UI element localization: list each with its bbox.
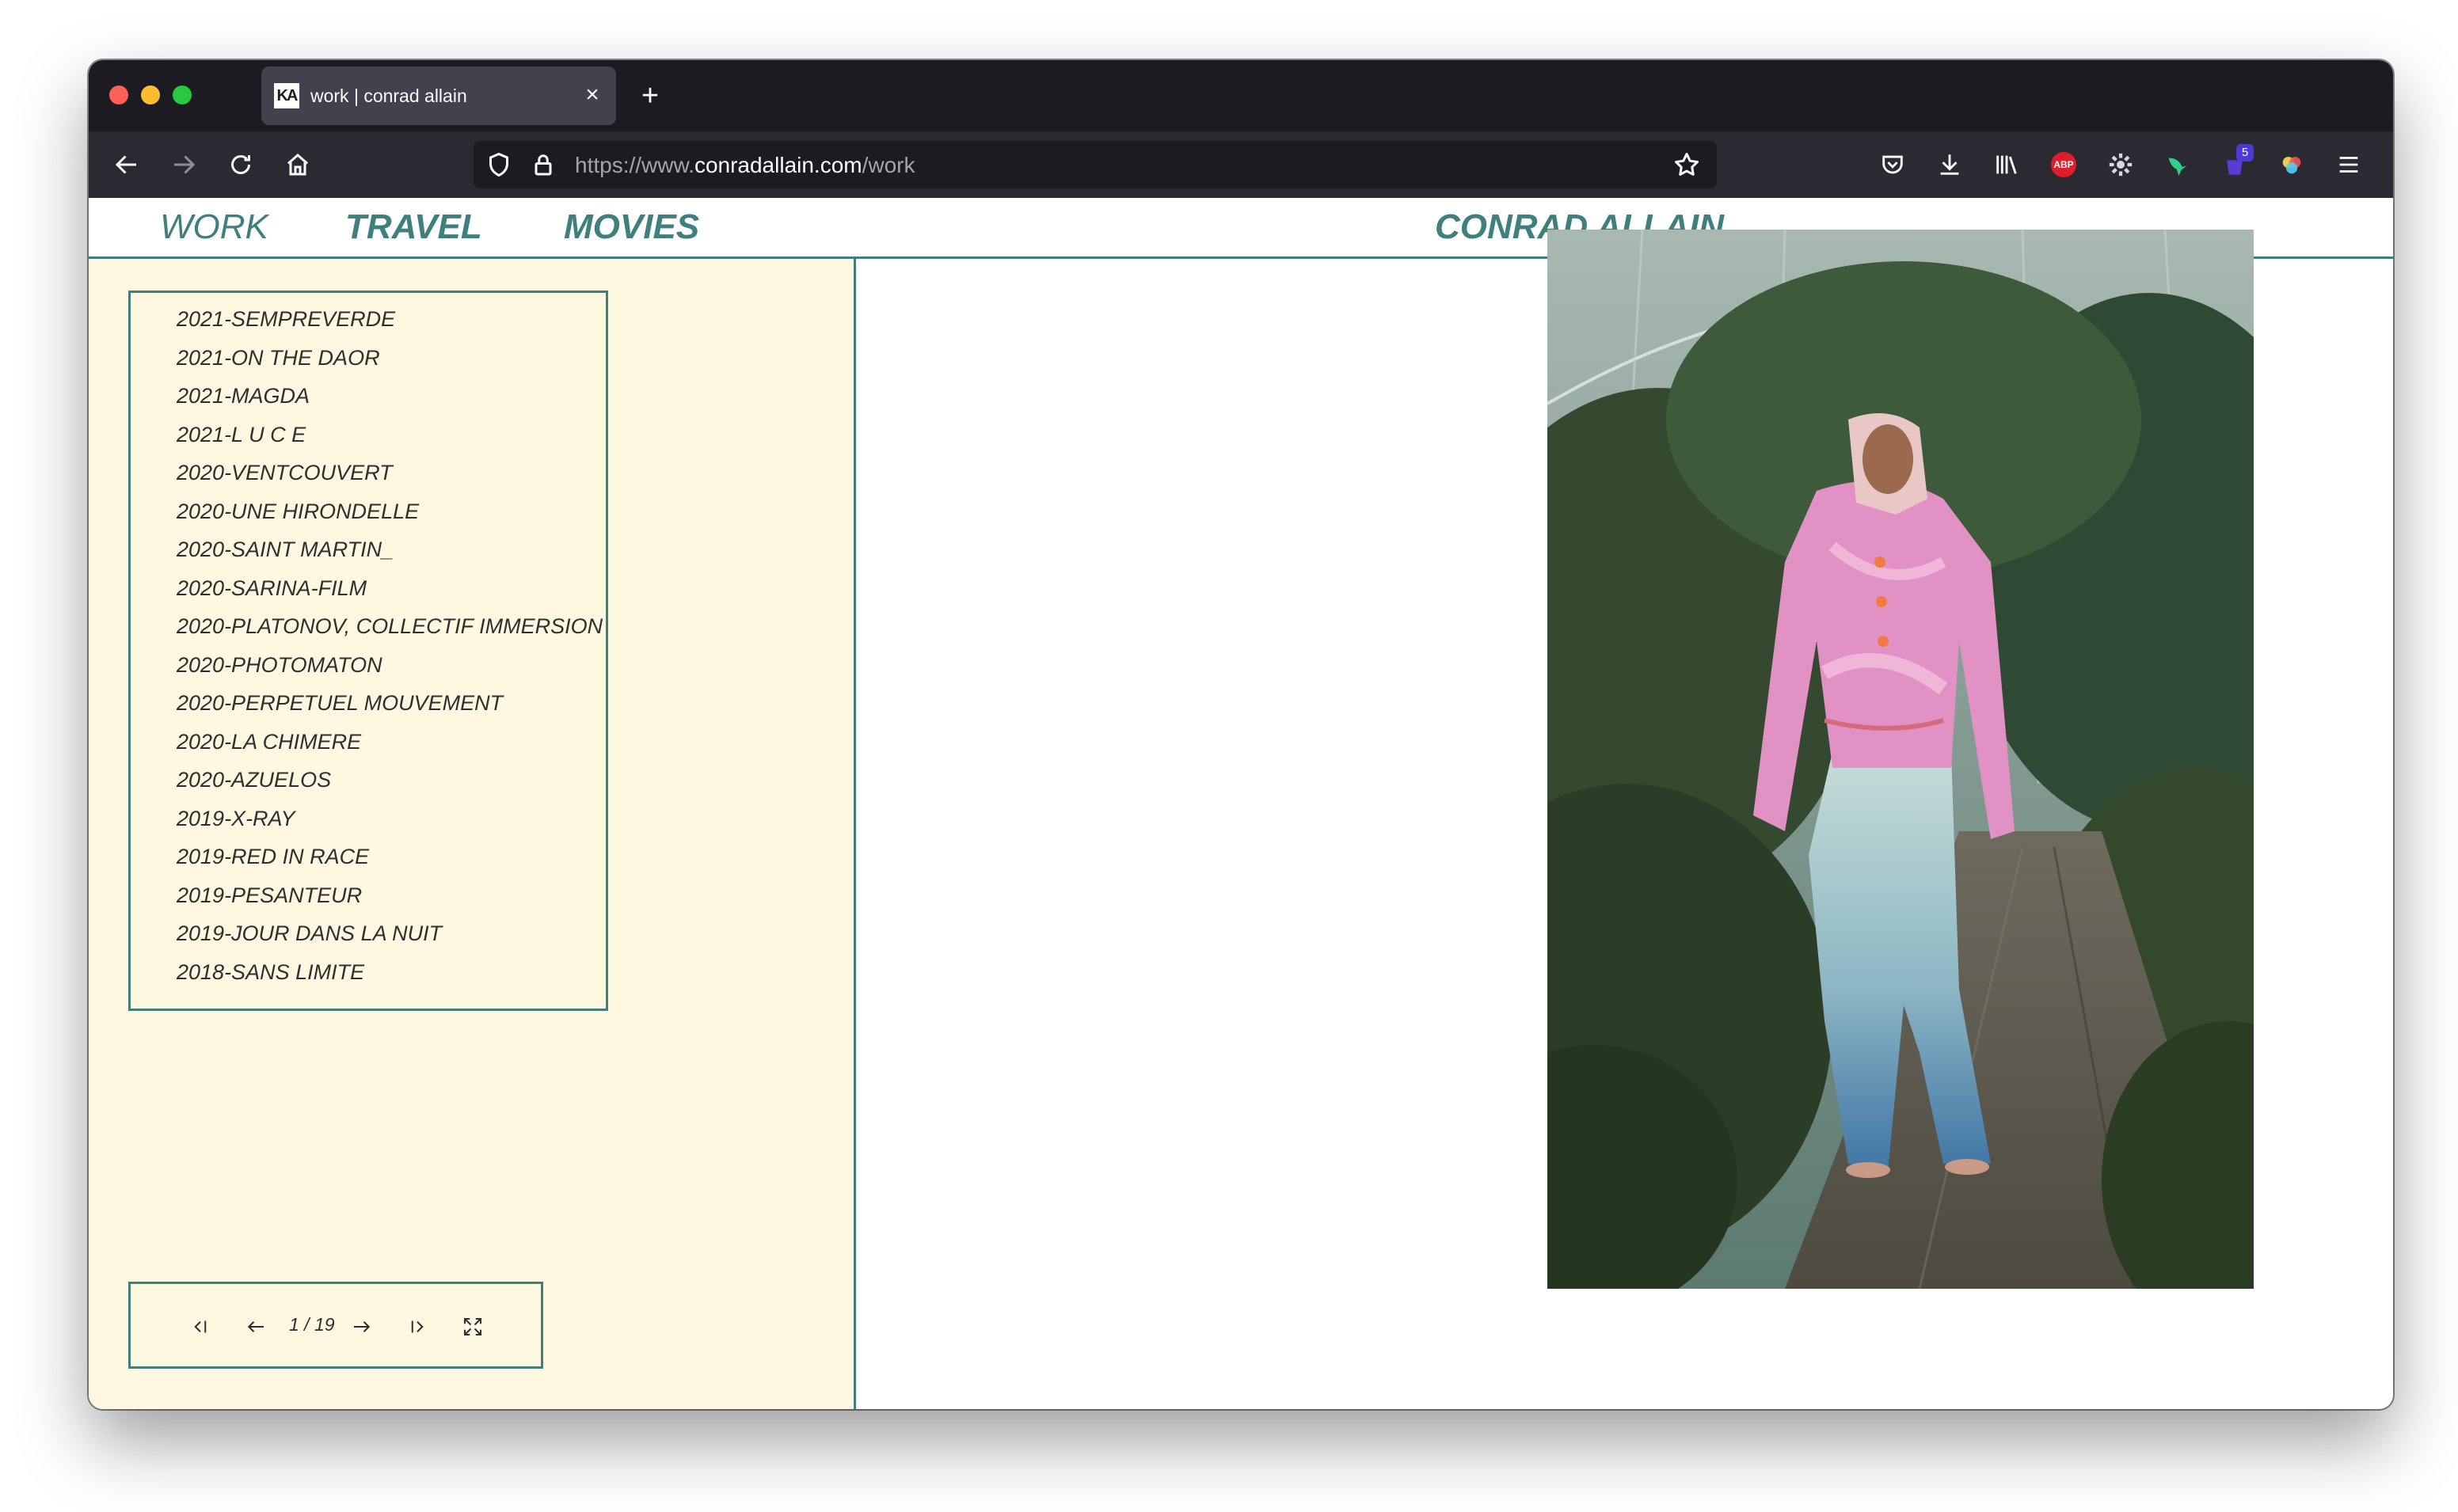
page-content: WORK TRAVEL MOVIES CONRAD ALLAIN 2021-SE… [89, 198, 2393, 1409]
back-button[interactable] [109, 147, 144, 182]
tab-strip: KA work | conrad allain × + [89, 60, 2393, 131]
work-list-item[interactable]: 2019-JOUR DANS LA NUIT [177, 921, 442, 946]
container-extension-button[interactable]: 5 [2217, 144, 2254, 182]
hamburger-menu-icon [2339, 157, 2358, 173]
slide-counter: 1 / 19 [289, 1314, 335, 1335]
bird-icon [2168, 158, 2187, 177]
work-list-item[interactable]: 2021-SEMPREVERDE [177, 307, 395, 332]
library-icon [1996, 155, 2017, 174]
site-favicon-icon: KA [274, 83, 299, 108]
url-path: /work [862, 153, 915, 177]
slideshow-controls: 1 / 19 [128, 1282, 543, 1369]
last-slide-button[interactable] [401, 1311, 433, 1343]
nav-link-work[interactable]: WORK [160, 207, 268, 247]
minimize-window-button[interactable] [141, 85, 160, 104]
first-icon [194, 1320, 207, 1333]
nav-toolbar: https://www.conradallain.com/work ABP 5 [89, 131, 2393, 198]
settings-extension-button[interactable] [2103, 147, 2138, 182]
address-bar[interactable]: https://www.conradallain.com/work [474, 141, 1717, 188]
url-scheme: https://www. [575, 153, 694, 177]
work-list-item[interactable]: 2020-PLATONOV, COLLECTIF IMMERSION [177, 614, 603, 639]
home-button[interactable] [280, 147, 315, 182]
gear-icon [2109, 153, 2133, 177]
adblock-plus-button[interactable]: ABP [2046, 147, 2081, 182]
work-list-item[interactable]: 2020-SAINT MARTIN_ [177, 538, 394, 562]
work-list-item[interactable]: 2018-SANS LIMITE [177, 960, 364, 985]
palette-icon [2282, 157, 2301, 174]
work-list-item[interactable]: 2021-MAGDA [177, 384, 310, 408]
first-slide-button[interactable] [185, 1311, 216, 1343]
work-list-item[interactable]: 2021-ON THE DAOR [177, 346, 380, 370]
sidebar: 2021-SEMPREVERDE 2021-ON THE DAOR 2021-MAG… [89, 259, 856, 1409]
forward-button[interactable] [166, 147, 201, 182]
star-icon [1675, 153, 1699, 176]
app-menu-button[interactable] [2331, 147, 2366, 182]
back-arrow-icon [115, 155, 136, 174]
url-host: conradallain.com [694, 153, 862, 177]
featured-photo[interactable] [1547, 230, 2254, 1289]
work-list-item[interactable]: 2021-L U C E [177, 423, 306, 447]
shield-icon [489, 152, 508, 177]
pocket-icon [1882, 155, 1903, 174]
reload-icon [231, 155, 250, 174]
extension-badge: 5 [2236, 144, 2254, 161]
tab-work[interactable]: KA work | conrad allain × [261, 66, 616, 125]
bookmark-star-button[interactable] [1669, 147, 1704, 182]
nav-link-movies[interactable]: MOVIES [564, 207, 699, 247]
work-list-item[interactable]: 2019-RED IN RACE [177, 845, 369, 869]
work-list-item[interactable]: 2020-SARINA-FILM [177, 576, 367, 601]
downloads-button[interactable] [1932, 147, 1967, 182]
bird-extension-button[interactable] [2160, 147, 2195, 182]
close-window-button[interactable] [109, 85, 128, 104]
zoom-window-button[interactable] [173, 85, 192, 104]
pocket-button[interactable] [1875, 147, 1910, 182]
greenhouse-model-photo [1547, 230, 2254, 1289]
work-list-item[interactable]: 2020-AZUELOS [177, 768, 331, 792]
url-text[interactable]: https://www.conradallain.com/work [575, 153, 915, 178]
library-button[interactable] [1989, 147, 2024, 182]
work-list-item[interactable]: 2020-LA CHIMERE [177, 730, 361, 754]
tab-title: work | conrad allain [310, 85, 467, 106]
new-tab-button[interactable]: + [632, 78, 668, 114]
adblock-plus-icon: ABP [2051, 152, 2076, 177]
nav-link-travel[interactable]: TRAVEL [345, 207, 482, 247]
lock-icon [535, 154, 552, 176]
prev-icon [247, 1321, 264, 1332]
work-list-item[interactable]: 2020-PHOTOMATON [177, 653, 382, 678]
fullscreen-icon [464, 1318, 481, 1335]
work-list-item[interactable]: 2020-UNE HIRONDELLE [177, 500, 419, 524]
forward-arrow-icon [174, 155, 196, 174]
last-icon [411, 1320, 424, 1333]
download-icon [1940, 154, 1959, 175]
work-list-item[interactable]: 2019-PESANTEUR [177, 883, 362, 908]
work-list-item[interactable]: 2020-VENTCOUVERT [177, 461, 393, 485]
fullscreen-button[interactable] [457, 1311, 489, 1343]
work-list: 2021-SEMPREVERDE 2021-ON THE DAOR 2021-MAG… [128, 291, 608, 1011]
home-icon [287, 154, 308, 176]
site-security-button[interactable] [526, 147, 561, 182]
tracking-protection-button[interactable] [481, 147, 516, 182]
next-icon [354, 1321, 371, 1332]
work-list-item[interactable]: 2020-PERPETUEL MOUVEMENT [177, 691, 503, 716]
previous-slide-button[interactable] [240, 1311, 272, 1343]
color-extension-button[interactable] [2274, 147, 2309, 182]
tab-close-icon[interactable]: × [578, 81, 607, 109]
reload-button[interactable] [223, 147, 258, 182]
browser-window: KA work | conrad allain × + https://www.… [89, 60, 2393, 1409]
work-list-item[interactable]: 2019-X-RAY [177, 807, 295, 831]
next-slide-button[interactable] [346, 1311, 378, 1343]
